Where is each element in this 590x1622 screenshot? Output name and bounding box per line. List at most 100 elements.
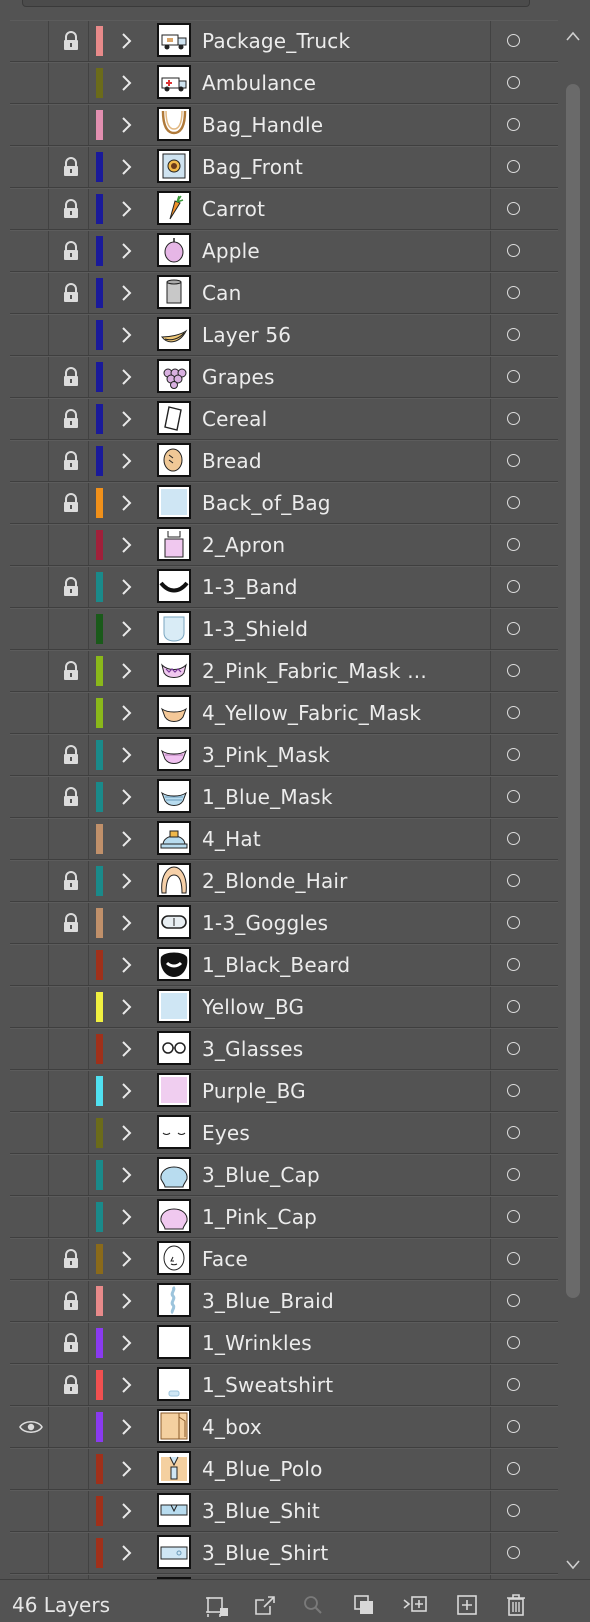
layer-name[interactable]: Cereal (202, 407, 267, 431)
lock-toggle[interactable] (48, 273, 89, 313)
layer-row[interactable]: Ambulance (10, 62, 558, 104)
visibility-toggle[interactable] (10, 1491, 49, 1531)
target-circle-icon[interactable] (507, 1294, 520, 1307)
visibility-toggle[interactable] (10, 1533, 49, 1573)
chevron-right-icon[interactable] (116, 1499, 136, 1523)
collect-export-icon[interactable] (204, 1592, 230, 1618)
lock-icon[interactable] (62, 577, 80, 597)
layer-name[interactable]: 1_Black_Beard (202, 953, 350, 977)
layer-row[interactable]: 4_Yellow_Fabric_Mask (10, 692, 558, 734)
layer-row[interactable]: Yellow_BG (10, 986, 558, 1028)
chevron-right-icon[interactable] (116, 659, 136, 683)
chevron-right-icon[interactable] (116, 533, 136, 557)
chevron-right-icon[interactable] (116, 323, 136, 347)
visibility-toggle[interactable] (10, 567, 49, 607)
lock-toggle[interactable] (48, 525, 89, 565)
target-circle-icon[interactable] (507, 454, 520, 467)
lock-toggle[interactable] (48, 231, 89, 271)
target-circle-icon[interactable] (507, 496, 520, 509)
chevron-right-icon[interactable] (116, 617, 136, 641)
export-icon[interactable] (252, 1592, 278, 1618)
layer-row[interactable]: Bag_Handle (10, 104, 558, 146)
layer-row[interactable]: 3_Pink_Mask (10, 734, 558, 776)
visibility-toggle[interactable] (10, 189, 49, 229)
layer-row[interactable]: 1_Sweatshirt (10, 1364, 558, 1406)
scroll-up-icon[interactable] (565, 30, 581, 42)
target-circle-icon[interactable] (507, 706, 520, 719)
chevron-right-icon[interactable] (116, 407, 136, 431)
lock-toggle[interactable] (48, 1323, 89, 1363)
layer-name[interactable]: Apple (202, 239, 260, 263)
layer-name[interactable]: 3_Glasses (202, 1037, 303, 1061)
layer-row[interactable]: Face (10, 1238, 558, 1280)
lock-toggle[interactable] (48, 1365, 89, 1405)
layer-row[interactable]: 4_Blue_Polo (10, 1448, 558, 1490)
lock-toggle[interactable] (48, 399, 89, 439)
layer-row[interactable]: Back_of_Bag (10, 482, 558, 524)
layer-row[interactable]: 1-3_Band (10, 566, 558, 608)
new-layer-icon[interactable] (454, 1592, 480, 1618)
lock-toggle[interactable] (48, 483, 89, 523)
chevron-right-icon[interactable] (116, 71, 136, 95)
lock-toggle[interactable] (48, 1407, 89, 1447)
chevron-right-icon[interactable] (116, 113, 136, 137)
layer-row[interactable]: Bread (10, 440, 558, 482)
layer-name[interactable]: Ambulance (202, 71, 316, 95)
lock-toggle[interactable] (48, 903, 89, 943)
lock-toggle[interactable] (48, 63, 89, 103)
trash-icon[interactable] (503, 1592, 529, 1618)
layer-name[interactable]: 4_box (202, 1415, 262, 1439)
layer-name[interactable]: 3_Blue_Shit (202, 1499, 320, 1523)
layer-row[interactable]: 3_Blue_Braid (10, 1280, 558, 1322)
lock-icon[interactable] (62, 199, 80, 219)
layer-row[interactable]: 1-3_Goggles (10, 902, 558, 944)
target-circle-icon[interactable] (507, 1420, 520, 1433)
visibility-toggle[interactable] (10, 399, 49, 439)
visibility-toggle[interactable] (10, 273, 49, 313)
chevron-right-icon[interactable] (116, 449, 136, 473)
visibility-toggle[interactable] (10, 147, 49, 187)
layer-row[interactable]: 3_Blue_Shit (10, 1490, 558, 1532)
target-circle-icon[interactable] (507, 916, 520, 929)
lock-toggle[interactable] (48, 567, 89, 607)
lock-toggle[interactable] (48, 105, 89, 145)
layer-name[interactable]: 1_Blue_Mask (202, 785, 333, 809)
layer-name[interactable]: 1-3_Goggles (202, 911, 328, 935)
chevron-right-icon[interactable] (116, 1373, 136, 1397)
target-circle-icon[interactable] (507, 748, 520, 761)
chevron-right-icon[interactable] (116, 1079, 136, 1103)
clip-mask-icon[interactable] (351, 1592, 377, 1618)
chevron-right-icon[interactable] (116, 1205, 136, 1229)
chevron-right-icon[interactable] (116, 1121, 136, 1145)
search-field-edge[interactable] (22, 0, 530, 7)
new-sublayer-icon[interactable] (402, 1592, 428, 1618)
chevron-right-icon[interactable] (116, 827, 136, 851)
visibility-toggle[interactable] (10, 483, 49, 523)
layer-row[interactable]: 2_Pink_Fabric_Mask ... (10, 650, 558, 692)
lock-toggle[interactable] (48, 1491, 89, 1531)
chevron-right-icon[interactable] (116, 281, 136, 305)
chevron-right-icon[interactable] (116, 1163, 136, 1187)
lock-icon[interactable] (62, 409, 80, 429)
target-circle-icon[interactable] (507, 412, 520, 425)
lock-toggle[interactable] (48, 1155, 89, 1195)
target-circle-icon[interactable] (507, 202, 520, 215)
scroll-down-icon[interactable] (565, 1559, 581, 1571)
layer-name[interactable]: 4_Yellow_Fabric_Mask (202, 701, 421, 725)
layer-row[interactable]: Cereal (10, 398, 558, 440)
lock-toggle[interactable] (48, 147, 89, 187)
visibility-toggle[interactable] (10, 1113, 49, 1153)
visibility-toggle[interactable] (10, 735, 49, 775)
layer-row[interactable]: 1_Wrinkles (10, 1322, 558, 1364)
lock-icon[interactable] (62, 241, 80, 261)
lock-toggle[interactable] (48, 819, 89, 859)
chevron-right-icon[interactable] (116, 911, 136, 935)
chevron-right-icon[interactable] (116, 239, 136, 263)
chevron-right-icon[interactable] (116, 1415, 136, 1439)
layer-name[interactable]: Grapes (202, 365, 275, 389)
lock-toggle[interactable] (48, 609, 89, 649)
layer-row[interactable]: 4_box (10, 1406, 558, 1448)
layer-row[interactable]: Eyes (10, 1112, 558, 1154)
lock-toggle[interactable] (48, 987, 89, 1027)
lock-toggle[interactable] (48, 1533, 89, 1573)
